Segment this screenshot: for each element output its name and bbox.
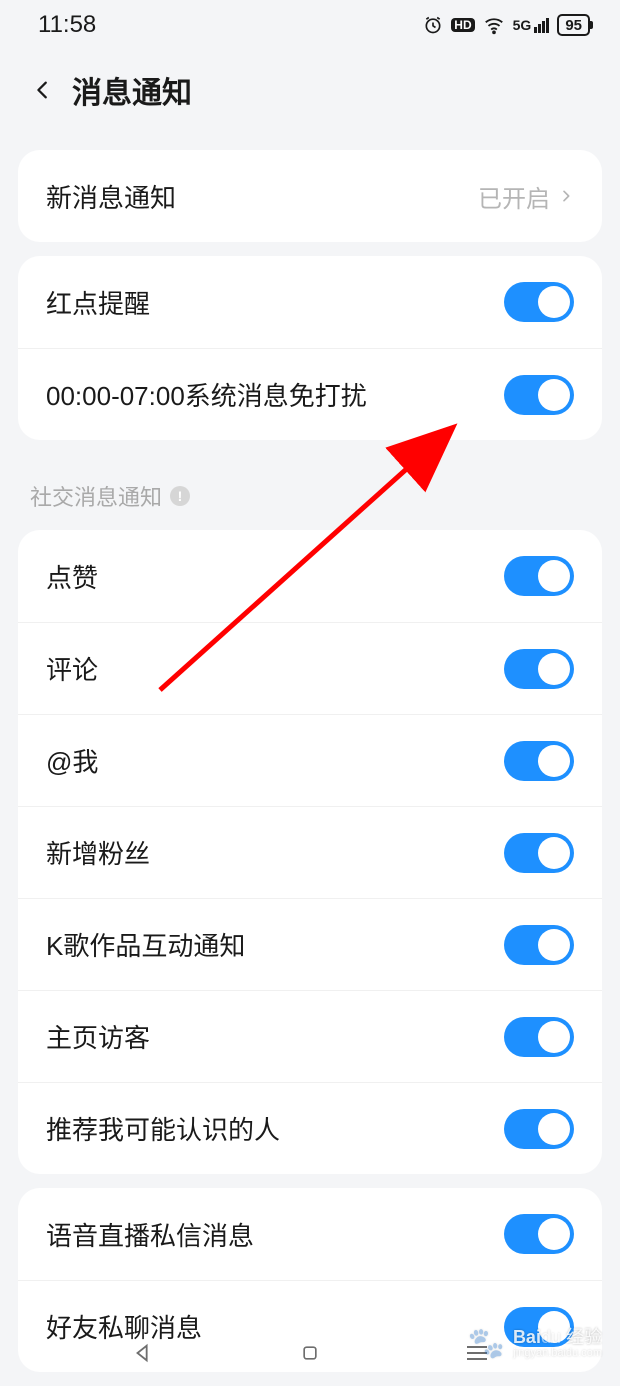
toggle-dnd[interactable]: [504, 375, 574, 415]
toggle-ksong[interactable]: [504, 925, 574, 965]
back-button[interactable]: [28, 75, 58, 105]
row-label: 00:00-07:00系统消息免打扰: [46, 376, 367, 413]
toggle-voice-dm[interactable]: [504, 1214, 574, 1254]
row-label: 新增粉丝: [46, 834, 150, 871]
nav-home-button[interactable]: [296, 1339, 324, 1367]
status-time: 11:58: [38, 11, 96, 39]
page-title: 消息通知: [72, 68, 192, 112]
card-new-message: 新消息通知 已开启: [18, 150, 602, 242]
section-title-social: 社交消息通知 !: [0, 454, 620, 516]
status-bar: 11:58 HD 5G 95: [0, 0, 620, 50]
toggle-visitors[interactable]: [504, 1017, 574, 1057]
row-dnd: 00:00-07:00系统消息免打扰: [18, 348, 602, 440]
status-icons: HD 5G 95: [423, 14, 590, 36]
row-visitors: 主页访客: [18, 990, 602, 1082]
row-label: 主页访客: [46, 1018, 150, 1055]
row-label: 评论: [46, 650, 98, 687]
row-ksong: K歌作品互动通知: [18, 898, 602, 990]
system-nav-bar: [0, 1320, 620, 1386]
row-label: K歌作品互动通知: [46, 926, 245, 963]
row-new-message[interactable]: 新消息通知 已开启: [18, 150, 602, 242]
row-label: 新消息通知: [46, 178, 176, 215]
card-reminders: 红点提醒 00:00-07:00系统消息免打扰: [18, 256, 602, 440]
row-label: 推荐我可能认识的人: [46, 1110, 280, 1147]
signal-5g-icon: 5G: [513, 17, 550, 33]
toggle-red-dot[interactable]: [504, 282, 574, 322]
wifi-icon: [483, 14, 505, 36]
nav-recent-button[interactable]: [463, 1339, 491, 1367]
row-red-dot: 红点提醒: [18, 256, 602, 348]
toggle-suggest[interactable]: [504, 1109, 574, 1149]
row-suggest: 推荐我可能认识的人: [18, 1082, 602, 1174]
toggle-comment[interactable]: [504, 649, 574, 689]
toggle-like[interactable]: [504, 556, 574, 596]
row-label: 点赞: [46, 558, 98, 595]
toggle-at-me[interactable]: [504, 741, 574, 781]
row-label: @我: [46, 742, 98, 779]
row-label: 语音直播私信消息: [46, 1216, 254, 1253]
chevron-right-icon: [558, 188, 574, 204]
card-social: 点赞 评论 @我 新增粉丝 K歌作品互动通知 主页访客 推荐我可能认识的人: [18, 530, 602, 1174]
toggle-new-fans[interactable]: [504, 833, 574, 873]
hd-icon: HD: [451, 18, 474, 32]
info-icon[interactable]: !: [170, 486, 190, 506]
row-voice-dm: 语音直播私信消息: [18, 1188, 602, 1280]
row-value: 已开启: [478, 179, 574, 214]
nav-back-button[interactable]: [129, 1339, 157, 1367]
battery-indicator: 95: [557, 14, 590, 36]
row-like: 点赞: [18, 530, 602, 622]
row-label: 红点提醒: [46, 284, 150, 321]
row-at-me: @我: [18, 714, 602, 806]
page-header: 消息通知: [0, 50, 620, 136]
row-new-fans: 新增粉丝: [18, 806, 602, 898]
row-comment: 评论: [18, 622, 602, 714]
alarm-icon: [423, 15, 443, 35]
